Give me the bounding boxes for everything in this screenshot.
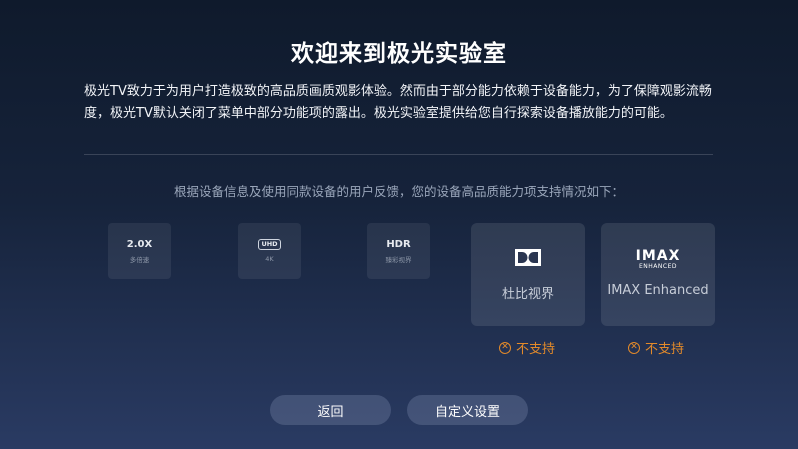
uhd-icon: UHD <box>258 239 281 250</box>
dolby-vision-label: 杜比视界 <box>501 287 554 302</box>
back-button[interactable]: 返回 <box>270 395 391 425</box>
imax-status: ✕ 不支持 <box>628 338 684 357</box>
feature-4k: UHD 4K <box>238 223 301 279</box>
imax-enhanced-label: IMAX Enhanced <box>607 283 709 298</box>
feature-hdr: HDR 臻彩视界 <box>367 223 430 279</box>
hdr-label: 臻彩视界 <box>385 255 412 264</box>
4k-label: 4K <box>265 255 274 263</box>
imax-status-text: 不支持 <box>645 342 685 357</box>
hdr-badge: HDR <box>386 238 411 250</box>
card-dolby-vision: 杜比视界 <box>471 223 585 326</box>
dolby-status: ✕ 不支持 <box>499 338 555 357</box>
multi-speed-badge: 2.0X <box>126 238 153 250</box>
multi-speed-label: 多倍速 <box>129 255 150 264</box>
imax-logo-text: IMAX <box>635 248 681 264</box>
intro-text: 极光TV致力于为用户打造极致的高品质画质观影体验。然而由于部分能力依赖于设备能力… <box>84 84 712 121</box>
close-circle-icon: ✕ <box>499 341 511 354</box>
page-title: 欢迎来到极光实验室 <box>291 41 507 67</box>
card-imax-enhanced: IMAX ENHANCED IMAX Enhanced <box>601 223 715 326</box>
custom-settings-button[interactable]: 自定义设置 <box>407 395 528 425</box>
dolby-status-text: 不支持 <box>516 342 556 357</box>
dolby-vision-icon <box>471 249 585 266</box>
divider <box>84 154 713 155</box>
imax-enhanced-icon: IMAX ENHANCED <box>601 249 715 270</box>
capability-subtitle: 根据设备信息及使用同款设备的用户反馈，您的设备高品质能力项支持情况如下： <box>173 184 624 199</box>
feature-multi-speed: 2.0X 多倍速 <box>108 223 171 279</box>
close-circle-icon: ✕ <box>628 341 640 354</box>
enhanced-logo-text: ENHANCED <box>639 263 677 270</box>
